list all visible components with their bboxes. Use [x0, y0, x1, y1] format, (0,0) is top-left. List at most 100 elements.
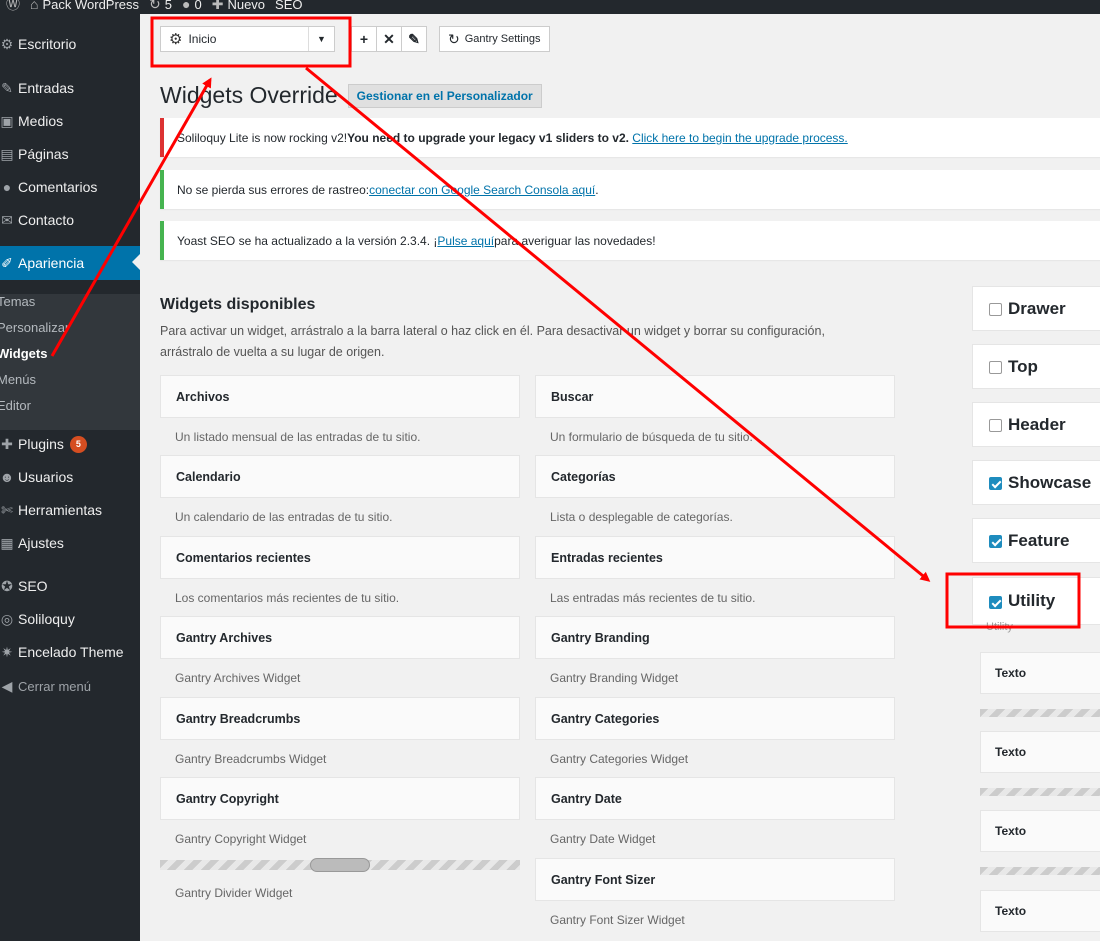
updates-link[interactable]: ↻ 5 [149, 0, 172, 13]
utility-widget-texto[interactable]: Texto [980, 731, 1100, 773]
pages-icon: ▤ [0, 145, 14, 162]
plugins-update-badge: 5 [69, 435, 87, 453]
widget-comentarios-recientes[interactable]: Comentarios recientes Los comentarios más… [160, 536, 520, 617]
checkbox-checked[interactable] [989, 535, 1002, 548]
menu-item-entradas[interactable]: ✎ Entradas [0, 72, 140, 104]
widget-categorias[interactable]: Categorías Lista o desplegable de categor… [535, 455, 895, 536]
menu-item-herramientas[interactable]: ✄ Herramientas [0, 494, 140, 526]
sidebar-area-feature[interactable]: Feature [972, 518, 1100, 563]
widget-entradas-recientes[interactable]: Entradas recientes Las entradas más recie… [535, 536, 895, 617]
menu-label: Contacto [18, 212, 75, 228]
utility-widget-texto[interactable]: Texto [980, 890, 1100, 932]
sidebar-area-label: Top [1008, 356, 1038, 376]
widget-title[interactable]: Entradas recientes [535, 536, 895, 579]
notice-text: Yoast SEO se ha actualizado a la versión… [177, 233, 438, 248]
widget-title[interactable]: Calendario [160, 455, 520, 498]
menu-item-ajustes[interactable]: ▦ Ajustes [0, 527, 140, 559]
widget-buscar[interactable]: Buscar Un formulario de búsqueda de tu si… [535, 375, 895, 456]
widget-gantry-archives[interactable]: Gantry Archives Gantry Archives Widget [160, 616, 520, 697]
widget-title[interactable]: Buscar [535, 375, 895, 418]
utility-widget-texto[interactable]: Texto [980, 810, 1100, 852]
submenu-temas[interactable]: Temas [0, 294, 35, 309]
sidebar-area-drawer[interactable]: Drawer [972, 286, 1100, 331]
menu-label: Plugins [18, 436, 64, 452]
checkbox[interactable] [989, 419, 1002, 432]
checkbox-checked[interactable] [989, 477, 1002, 490]
menu-item-soliloquy[interactable]: ◎ Soliloquy [0, 603, 140, 635]
menu-item-collapse[interactable]: ◀ Cerrar menú [0, 670, 140, 702]
widget-gantry-date[interactable]: Gantry Date Gantry Date Widget [535, 777, 895, 858]
widget-title[interactable]: Gantry Date [535, 777, 895, 820]
wordpress-logo[interactable]: Ⓦ [6, 0, 20, 14]
widget-title[interactable]: Gantry Archives [160, 616, 520, 659]
override-select[interactable]: ⚙ Inicio ▼ [160, 26, 335, 52]
widget-description: Gantry Date Widget [550, 832, 656, 846]
submenu-widgets[interactable]: Widgets [0, 346, 47, 361]
cog-icon: ⚙ [169, 31, 183, 48]
sidebar-area-utility[interactable]: Utility [972, 577, 1100, 625]
widget-title[interactable]: Comentarios recientes [160, 536, 520, 579]
widget-title[interactable]: Gantry Breadcrumbs [160, 697, 520, 740]
menu-item-apariencia[interactable]: ✐ Apariencia [0, 246, 140, 280]
widget-description: Gantry Copyright Widget [175, 832, 307, 846]
widget-gantry-copyright[interactable]: Gantry Copyright Gantry Copyright Widget [160, 777, 520, 858]
widget-title[interactable]: Gantry Copyright [160, 777, 520, 820]
sidebar-area-showcase[interactable]: Showcase [972, 460, 1100, 505]
widget-gantry-divider[interactable]: Gantry Divider Widget [160, 874, 520, 912]
widget-gantry-categories[interactable]: Gantry Categories Gantry Categories Widge… [535, 697, 895, 778]
comments-link[interactable]: ● 0 [182, 0, 202, 12]
checkbox[interactable] [989, 361, 1002, 374]
site-name-link[interactable]: ⌂ Pack WordPress [30, 0, 139, 12]
submenu-personalizar[interactable]: Personalizar [0, 320, 69, 335]
submenu-menus[interactable]: Menús [0, 372, 36, 387]
widget-gantry-font-sizer[interactable]: Gantry Font Sizer Gantry Font Sizer Widge… [535, 858, 895, 939]
menu-item-comentarios[interactable]: ● Comentarios [0, 171, 140, 203]
new-content-link[interactable]: ✚ Nuevo [212, 0, 265, 13]
sidebar-area-label: Showcase [1008, 472, 1092, 492]
gantry-divider-preview[interactable] [160, 858, 520, 872]
widget-description: Un listado mensual de las entradas de tu… [175, 430, 421, 444]
add-override-button[interactable]: + [351, 26, 377, 52]
sidebar-area-top[interactable]: Top [972, 344, 1100, 389]
menu-item-seo[interactable]: ✪ SEO [0, 570, 140, 602]
manage-customizer-button[interactable]: Gestionar en el Personalizador [347, 83, 542, 108]
menu-item-usuarios[interactable]: ☻ Usuarios [0, 461, 140, 493]
sidebar-area-header[interactable]: Header [972, 402, 1100, 447]
sidebar-area-label: Feature [1008, 530, 1070, 550]
widget-calendario[interactable]: Calendario Un calendario de las entradas … [160, 455, 520, 536]
menu-item-medios[interactable]: ▣ Medios [0, 105, 140, 137]
menu-item-escritorio[interactable]: ⚙ Escritorio [0, 28, 140, 60]
seo-link[interactable]: SEO [275, 0, 302, 12]
menu-item-contacto[interactable]: ✉ Contacto [0, 204, 140, 236]
users-icon: ☻ [0, 469, 15, 485]
menu-item-encelado-theme[interactable]: ✷ Encelado Theme [0, 636, 140, 668]
widget-title[interactable]: Gantry Categories [535, 697, 895, 740]
submenu-editor[interactable]: Editor [0, 398, 31, 413]
utility-widget-texto[interactable]: Texto [980, 652, 1100, 694]
widget-archivos[interactable]: Archivos Un listado mensual de las entrad… [160, 375, 520, 456]
menu-item-paginas[interactable]: ▤ Páginas [0, 138, 140, 170]
widget-description: Lista o desplegable de categorías. [550, 510, 733, 524]
mail-icon: ✉ [1, 211, 13, 228]
available-widgets-title: Widgets disponibles [160, 296, 316, 313]
gantry-settings-label: Gantry Settings [464, 33, 541, 45]
checkbox[interactable] [989, 303, 1002, 316]
yoast-link[interactable]: Pulse aquí [437, 234, 494, 248]
upgrade-link[interactable]: Click here to begin the upgrade process. [632, 131, 847, 145]
widget-title[interactable]: Gantry Font Sizer [535, 858, 895, 901]
widget-title[interactable]: Categorías [535, 455, 895, 498]
menu-label: Soliloquy [18, 611, 75, 627]
menu-item-plugins[interactable]: ✚ Plugins 5 [0, 428, 140, 460]
plus-icon: ✚ [211, 0, 224, 12]
widget-title[interactable]: Gantry Branding [535, 616, 895, 659]
widget-gantry-breadcrumbs[interactable]: Gantry Breadcrumbs Gantry Breadcrumbs Wid… [160, 697, 520, 778]
widget-gantry-branding[interactable]: Gantry Branding Gantry Branding Widget [535, 616, 895, 697]
wordpress-icon: Ⓦ [6, 0, 20, 12]
gantry-settings-button[interactable]: ↻ Gantry Settings [439, 26, 550, 52]
checkbox-checked[interactable] [989, 595, 1002, 609]
search-console-link[interactable]: conectar con Google Search Consola aquí [369, 183, 595, 197]
delete-override-button[interactable]: ✕ [376, 26, 402, 52]
admin-sidebar: ⚙ Escritorio ✎ Entradas ▣ Medios ▤ Páginas ●… [0, 14, 140, 941]
widget-title[interactable]: Archivos [160, 375, 520, 418]
edit-override-button[interactable]: ✎ [401, 26, 427, 52]
